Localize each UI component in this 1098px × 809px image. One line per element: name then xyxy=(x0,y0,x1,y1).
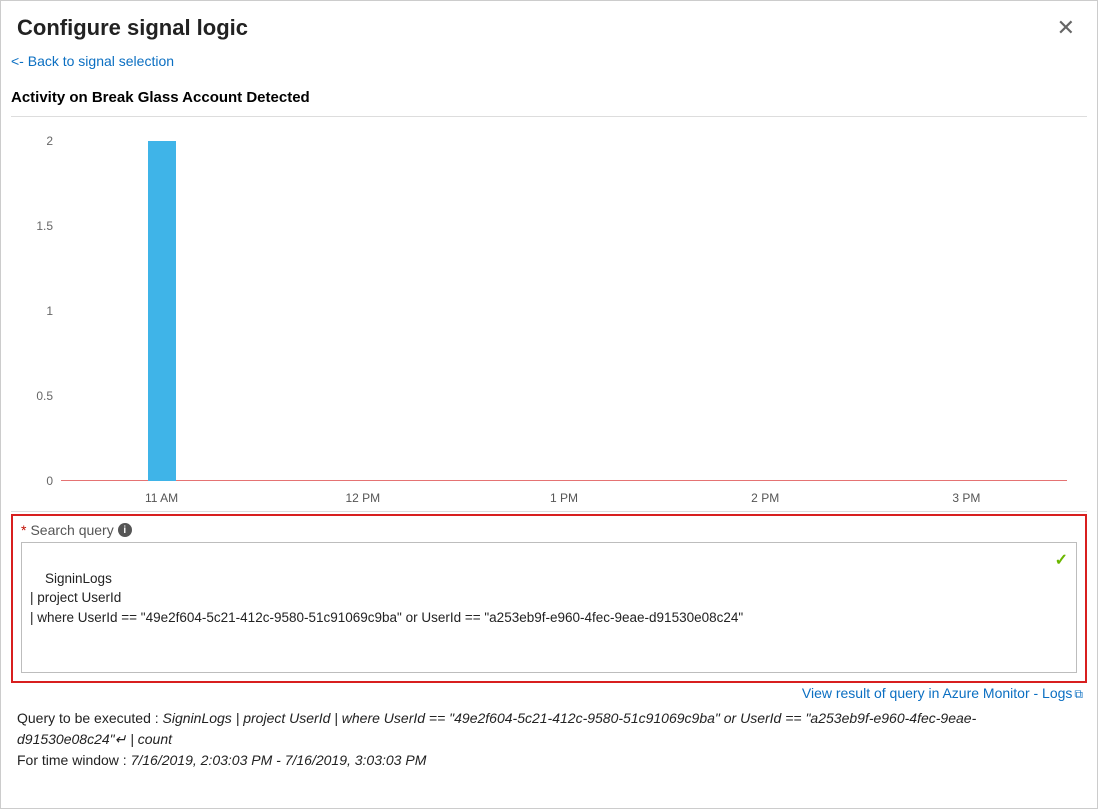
search-query-label-row: * Search query i xyxy=(21,520,1077,542)
close-button[interactable]: ✕ xyxy=(1051,15,1081,41)
checkmark-icon: ✓ xyxy=(1055,549,1068,572)
view-result-link-label: View result of query in Azure Monitor - … xyxy=(802,685,1073,701)
chart-container: 0 0.5 1 1.5 2 11 AM 12 PM 1 PM 2 PM 3 PM xyxy=(11,116,1087,512)
chart-bar xyxy=(148,141,176,481)
time-window-prefix: For time window : xyxy=(17,752,131,768)
x-tick: 12 PM xyxy=(345,491,380,505)
y-tick: 0.5 xyxy=(36,390,53,402)
search-query-section: * Search query i SigninLogs | project Us… xyxy=(11,514,1087,683)
page-title: Configure signal logic xyxy=(17,15,248,41)
search-query-label: Search query xyxy=(30,522,113,538)
query-execution-info: Query to be executed : SigninLogs | proj… xyxy=(11,704,1087,777)
search-query-text: SigninLogs | project UserId | where User… xyxy=(30,571,743,625)
x-tick: 2 PM xyxy=(751,491,779,505)
chart-baseline xyxy=(61,480,1067,481)
time-window-value: 7/16/2019, 2:03:03 PM - 7/16/2019, 3:03:… xyxy=(131,752,427,768)
y-tick: 0 xyxy=(46,475,53,487)
x-axis: 11 AM 12 PM 1 PM 2 PM 3 PM xyxy=(61,483,1067,511)
chart: 0 0.5 1 1.5 2 11 AM 12 PM 1 PM 2 PM 3 PM xyxy=(21,131,1077,511)
x-tick: 11 AM xyxy=(145,491,178,505)
external-link-icon: ⧉ xyxy=(1074,687,1083,701)
view-result-link[interactable]: View result of query in Azure Monitor - … xyxy=(802,685,1083,701)
y-axis: 00.511.52 xyxy=(21,141,61,481)
back-link[interactable]: <- Back to signal selection xyxy=(11,49,176,79)
y-tick: 2 xyxy=(46,135,53,147)
signal-name: Activity on Break Glass Account Detected xyxy=(11,79,1087,112)
y-tick: 1.5 xyxy=(36,220,53,232)
plot-area xyxy=(61,141,1067,481)
x-tick: 1 PM xyxy=(550,491,578,505)
required-indicator: * xyxy=(21,522,26,538)
info-icon[interactable]: i xyxy=(118,523,132,537)
x-tick: 3 PM xyxy=(952,491,980,505)
close-icon: ✕ xyxy=(1057,15,1075,40)
query-executed-prefix: Query to be executed : xyxy=(17,710,163,726)
y-tick: 1 xyxy=(46,305,53,317)
search-query-input[interactable]: SigninLogs | project UserId | where User… xyxy=(21,542,1077,673)
